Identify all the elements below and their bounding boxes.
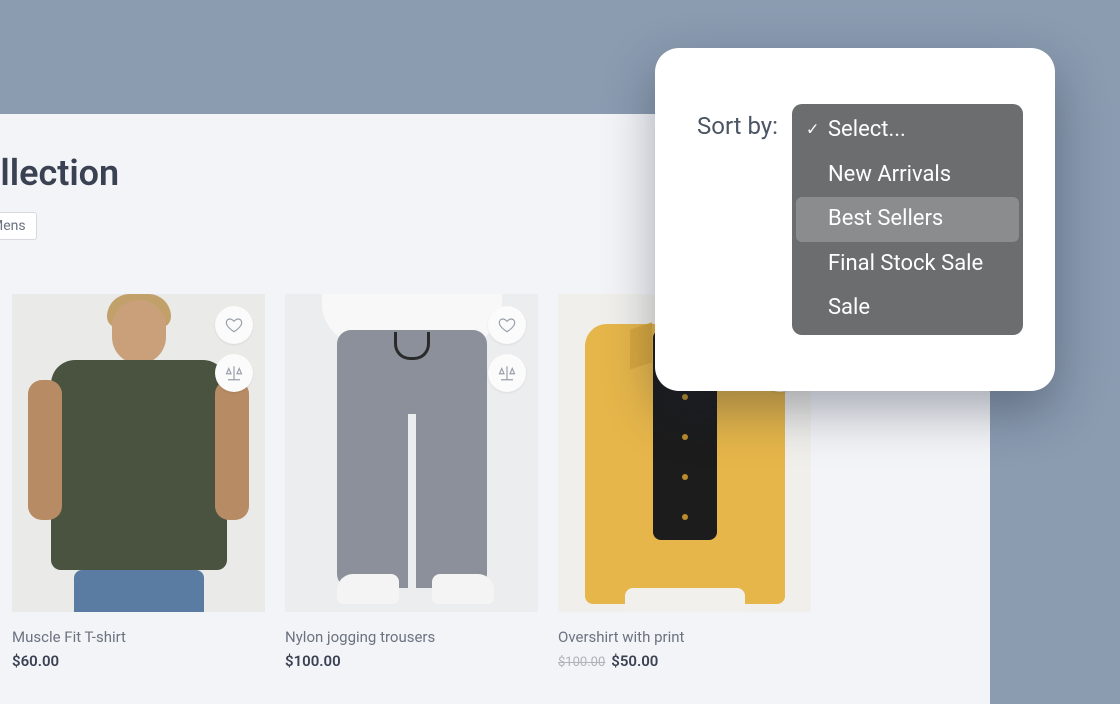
sort-option-label: Best Sellers — [828, 206, 943, 231]
product-image[interactable] — [285, 294, 538, 612]
compare-scale-icon — [225, 364, 243, 382]
sort-option-sale[interactable]: Sale — [796, 286, 1019, 331]
sort-option-select[interactable]: ✓ Select... — [796, 108, 1019, 153]
product-price: $100.00 $50.00 — [558, 652, 811, 670]
sort-option-label: Select... — [828, 117, 906, 142]
product-price: $100.00 — [285, 652, 538, 670]
filter-chip-mens[interactable]: Mens — [0, 212, 37, 240]
wishlist-button[interactable] — [215, 306, 253, 344]
product-name: Nylon jogging trousers — [285, 628, 538, 646]
product-image[interactable] — [12, 294, 265, 612]
sort-option-final-stock-sale[interactable]: Final Stock Sale — [796, 242, 1019, 287]
wishlist-button[interactable] — [488, 306, 526, 344]
product-sale-price: $50.00 — [611, 652, 658, 670]
sort-option-label: Final Stock Sale — [828, 251, 983, 276]
compare-button[interactable] — [488, 354, 526, 392]
compare-scale-icon — [498, 364, 516, 382]
sort-label: Sort by: — [697, 112, 778, 140]
product-name: Overshirt with print — [558, 628, 811, 646]
sort-option-label: New Arrivals — [828, 162, 951, 187]
check-icon: ✓ — [806, 120, 819, 141]
heart-icon — [498, 316, 516, 334]
compare-button[interactable] — [215, 354, 253, 392]
heart-icon — [225, 316, 243, 334]
sort-option-new-arrivals[interactable]: New Arrivals — [796, 153, 1019, 198]
sort-option-best-sellers[interactable]: Best Sellers — [796, 197, 1019, 242]
product-old-price: $100.00 — [558, 655, 605, 670]
sort-popover: Sort by: ✓ Select... New Arrivals Best S… — [655, 48, 1055, 391]
product-price: $60.00 — [12, 652, 265, 670]
sort-option-label: Sale — [828, 295, 870, 320]
sort-dropdown[interactable]: ✓ Select... New Arrivals Best Sellers Fi… — [792, 104, 1023, 335]
product-name: Muscle Fit T-shirt — [12, 628, 265, 646]
product-card[interactable]: Muscle Fit T-shirt $60.00 — [12, 294, 265, 670]
product-card[interactable]: Nylon jogging trousers $100.00 — [285, 294, 538, 670]
